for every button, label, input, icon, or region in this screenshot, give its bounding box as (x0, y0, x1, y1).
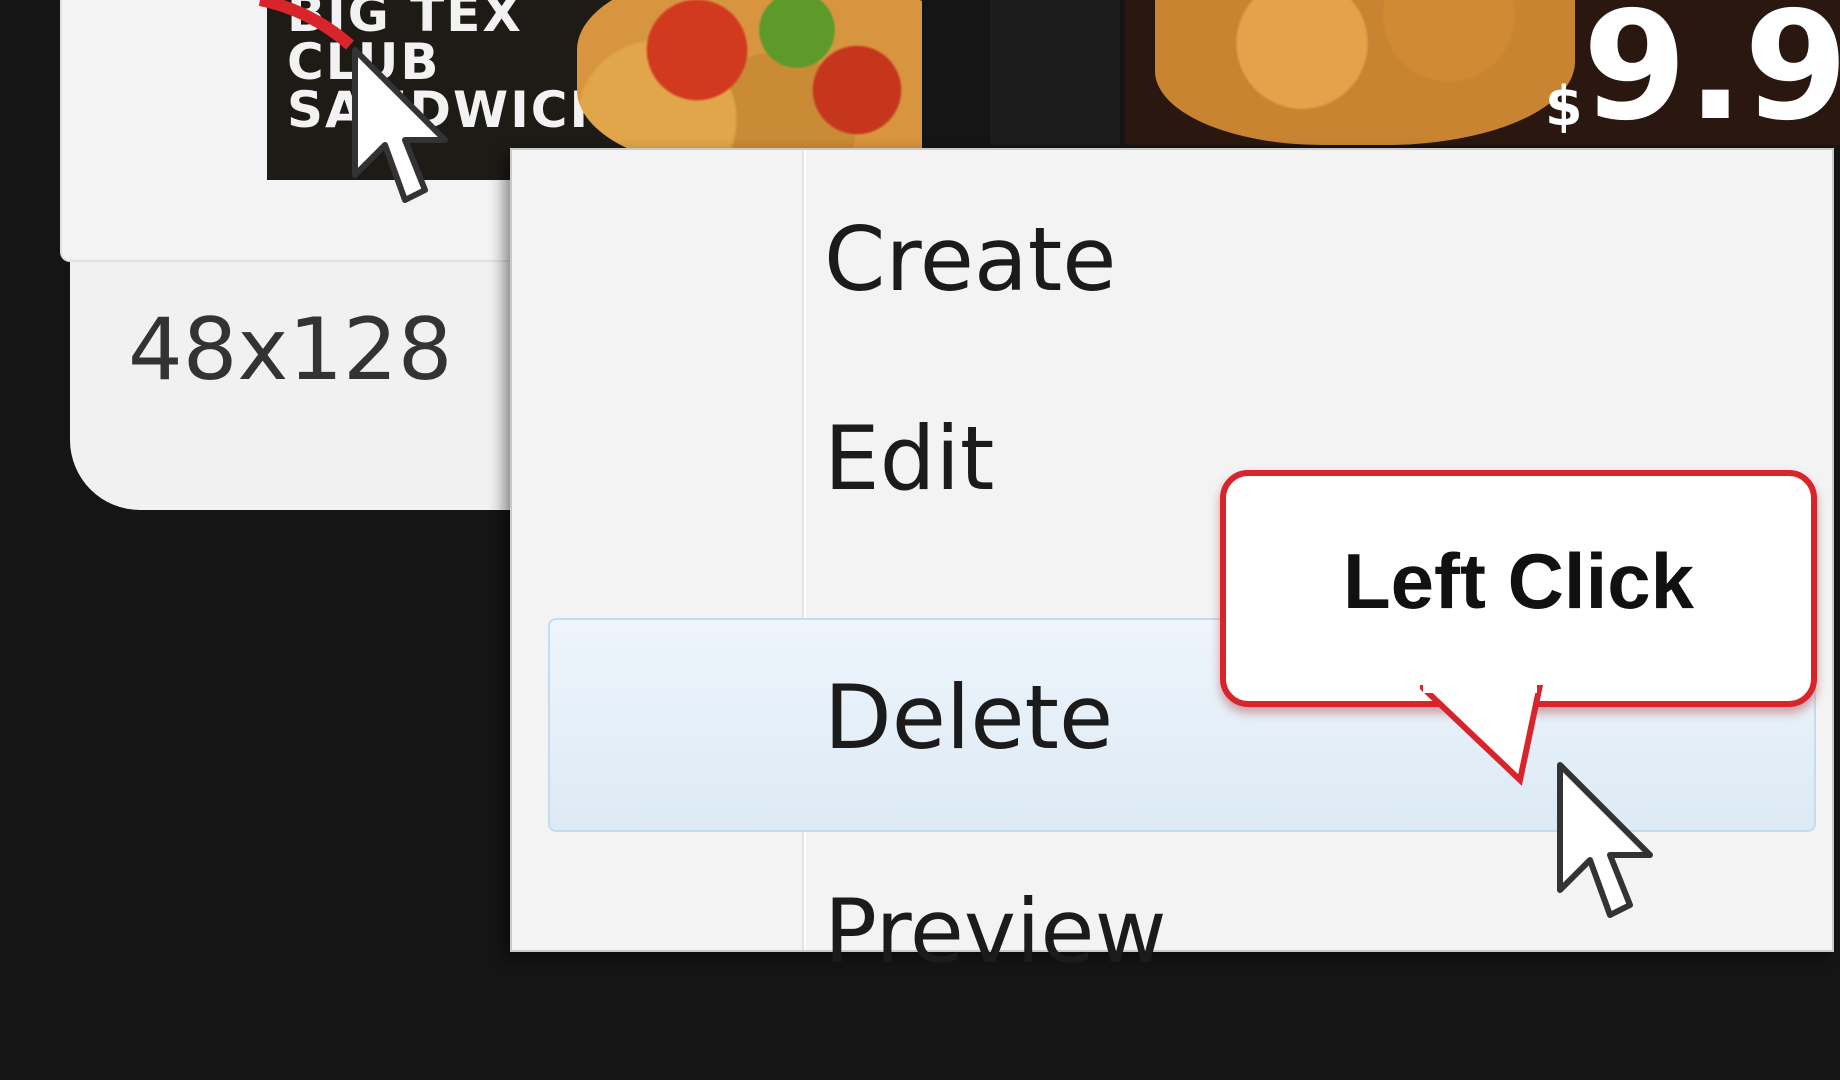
menu-item-label: Preview (824, 880, 1167, 983)
mouse-pointer-icon (1557, 762, 1653, 918)
menu-item-label: Create (824, 208, 1117, 311)
sandwich-image (577, 0, 922, 170)
thumbnail-divider (990, 0, 1120, 145)
promo-price: $9.99 (1545, 0, 1840, 145)
menu-item-label: Delete (824, 666, 1114, 769)
thumbnail-size-label: 48x128 (128, 300, 453, 400)
menu-item-create[interactable]: Create (512, 150, 1832, 350)
promo-thumbnail[interactable]: $9.99 (1125, 0, 1840, 145)
red-arrow-icon (258, 0, 354, 50)
left-click-callout: Left Click (1220, 470, 1817, 707)
mouse-pointer-icon (352, 47, 448, 203)
fried-food-image (1155, 0, 1575, 145)
callout-text: Left Click (1342, 537, 1695, 625)
menu-item-label: Edit (824, 407, 995, 510)
